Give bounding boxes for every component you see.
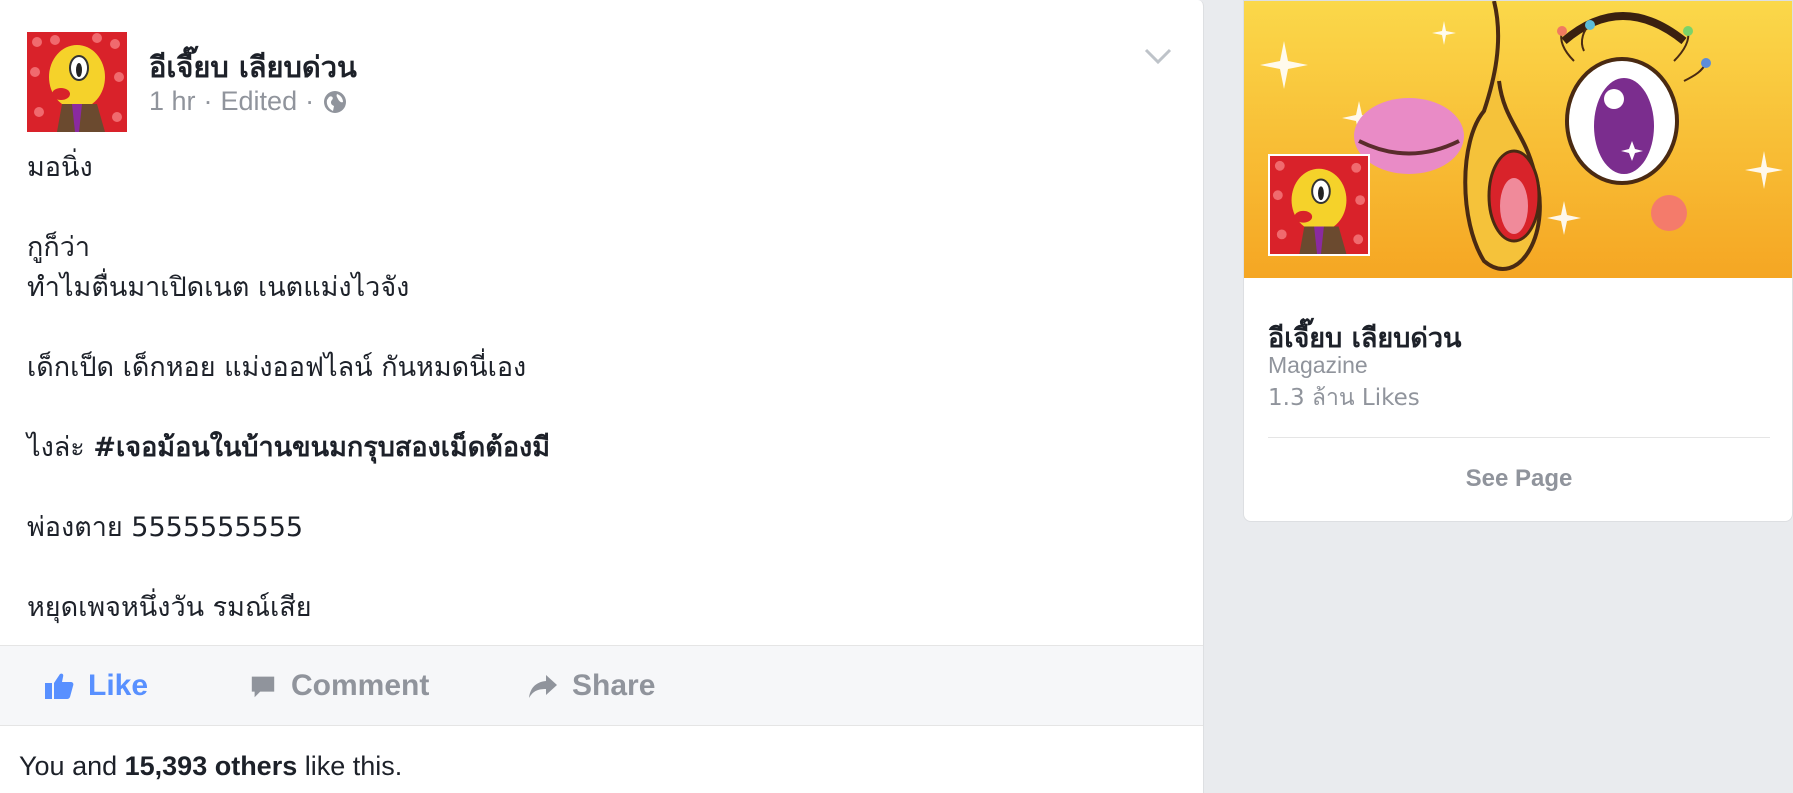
divider [1268, 437, 1770, 438]
post-text: ไงล่ะ [27, 432, 94, 463]
likes-suffix: like this. [297, 751, 403, 781]
comment-label: Comment [291, 668, 430, 702]
share-label: Share [572, 668, 656, 702]
post-time[interactable]: 1 hr [149, 86, 196, 117]
page-preview-card: อีเจี๊ยบ เลียบด่วน Magazine 1.3 ล้าน Lik… [1243, 0, 1793, 522]
share-button[interactable]: Share [528, 646, 655, 725]
author-avatar[interactable] [27, 32, 127, 132]
page-category: Magazine [1268, 352, 1368, 378]
post-line: ทำไมตื่นมาเปิดเนต เนตแม่งไวจัง [27, 272, 410, 303]
meta-separator: · [305, 86, 315, 116]
likes-summary[interactable]: You and 15,393 others like this. [19, 751, 402, 782]
share-arrow-icon [529, 674, 557, 698]
like-button[interactable]: Like [44, 646, 148, 725]
see-page-button[interactable]: See Page [1244, 465, 1792, 493]
author-name[interactable]: อีเจี๊ยบ เลียบด่วน [149, 44, 357, 90]
post-line: มอนิ่ง [27, 152, 93, 183]
globe-icon[interactable] [322, 89, 348, 115]
likes-prefix: You and [19, 751, 125, 781]
page-avatar[interactable] [1268, 154, 1370, 256]
comment-icon [251, 676, 275, 697]
post-line: เด็กเป็ด เด็กหอย แม่งออฟไลน์ กันหมดนี่เอ… [27, 352, 527, 383]
thumbs-up-icon [45, 673, 74, 699]
likes-count[interactable]: 15,393 others [125, 751, 298, 781]
like-label: Like [88, 668, 149, 702]
edited-label[interactable]: Edited [221, 86, 298, 117]
post-line: กูก็ว่า [27, 232, 91, 263]
chevron-down-icon[interactable] [1143, 44, 1173, 68]
post-line: พ่องตาย 5555555555 [27, 512, 304, 543]
comment-button[interactable]: Comment [249, 646, 429, 725]
post-actions-bar: Like Comment Share [0, 645, 1203, 726]
post-body: มอนิ่ง กูก็ว่า ทำไมตื่นมาเปิดเนต เนตแม่ง… [27, 148, 1167, 628]
page-likes-count: 1.3 ล้าน Likes [1268, 385, 1420, 411]
post-card: อีเจี๊ยบ เลียบด่วน 1 hr · Edited · มอนิ่… [0, 0, 1204, 793]
hashtag-link[interactable]: #เจอม้อนในบ้านขนมกรุบสองเม็ดต้องมี [93, 432, 550, 463]
post-line: หยุดเพจหนึ่งวัน รมณ์เสีย [27, 592, 312, 623]
meta-separator: · [203, 86, 213, 116]
post-line: ไงล่ะ #เจอม้อนในบ้านขนมกรุบสองเม็ดต้องมี [27, 428, 1167, 468]
post-meta: 1 hr · Edited · [149, 86, 348, 117]
